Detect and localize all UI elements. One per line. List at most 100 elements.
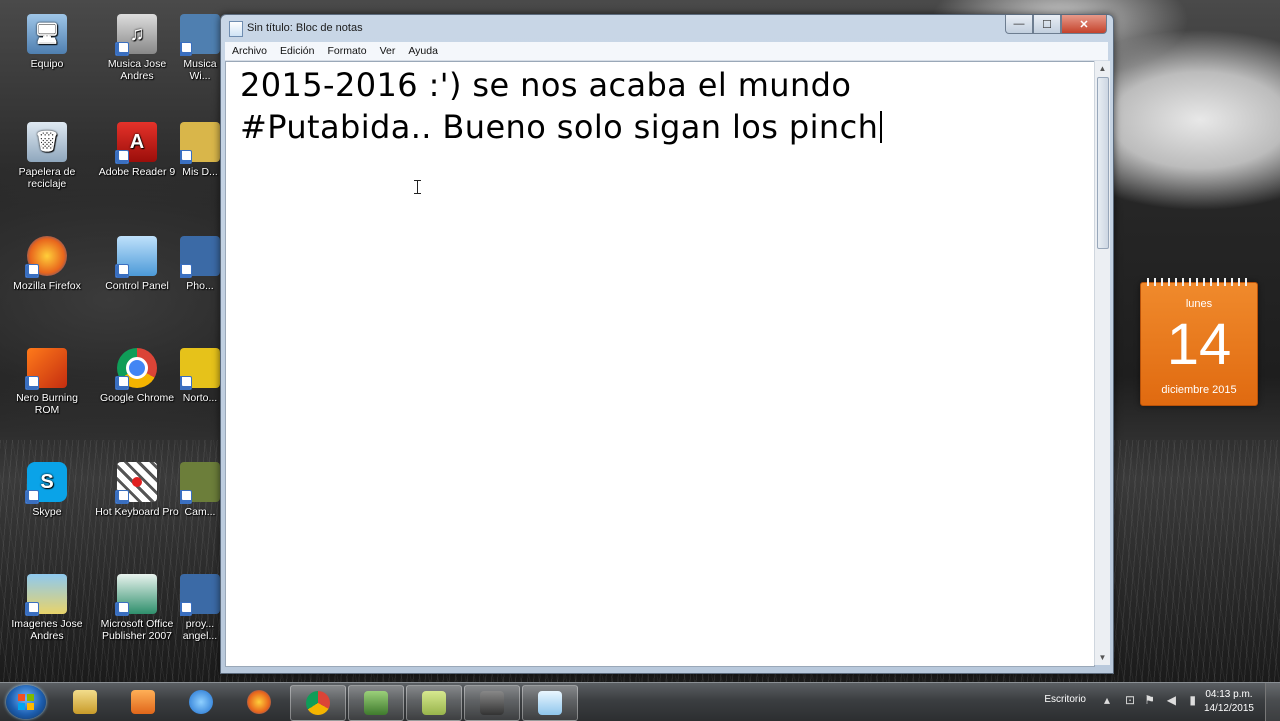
taskbar-console-app[interactable] [348, 685, 404, 721]
desktop-icon-label: Mis D... [182, 166, 218, 178]
desktop-icon-label: Papelera de reciclaje [18, 166, 76, 190]
clock-date: 14/12/2015 [1203, 703, 1254, 714]
desktop-icon-label: Control Panel [105, 280, 169, 292]
desktop-icon-nero[interactable]: Nero Burning ROM [4, 348, 90, 416]
desktop-icon-label: proy... angel... [182, 618, 218, 642]
taskbar-recorder[interactable] [464, 685, 520, 721]
notepad-window[interactable]: Sin título: Bloc de notas — ☐ ✕ Archivo … [220, 14, 1114, 674]
escritorio-toolbar-label[interactable]: Escritorio [1044, 694, 1086, 705]
maximize-button[interactable]: ☐ [1033, 15, 1061, 34]
network-icon[interactable]: ⊡ [1125, 693, 1135, 707]
desktop-icon-camtasia-partial[interactable]: Cam... [180, 462, 220, 518]
desktop-icon-label: Skype [32, 506, 62, 518]
taskbar-firefox[interactable] [232, 685, 286, 719]
desktop-icon-imagenes[interactable]: Imagenes Jose Andres [4, 574, 90, 642]
taskbar-internet-explorer[interactable] [174, 685, 228, 719]
desktop-icon-label: Microsoft Office Publisher 2007 [100, 618, 174, 642]
title-bar[interactable]: Sin título: Bloc de notas — ☐ ✕ [221, 15, 1113, 41]
desktop-icon-google-chrome[interactable]: Google Chrome [94, 348, 180, 404]
desktop-icon-control-panel[interactable]: Control Panel [94, 236, 180, 292]
media-player-icon [131, 690, 155, 714]
internet-explorer-icon [189, 690, 213, 714]
camtasia-icon [180, 462, 220, 504]
taskbar: Escritorio ▴ ⊡ ⚑ ◀ ▮ 04:13 p.m. 14/12/20… [0, 682, 1280, 721]
desktop-icon-mis-documentos-partial[interactable]: Mis D... [180, 122, 220, 178]
images-folder-icon [25, 574, 67, 616]
desktop-icon-photo-partial[interactable]: Pho... [180, 236, 220, 292]
text-line-2-wrapper: #Putabida.. Bueno solo sigan los pinch [240, 108, 883, 146]
desktop-icon-label: Hot Keyboard Pro [95, 506, 179, 518]
menu-ver[interactable]: Ver [373, 45, 402, 57]
window-title: Sin título: Bloc de notas [247, 22, 363, 34]
desktop-icon-label: Imagenes Jose Andres [11, 618, 83, 642]
menu-formato[interactable]: Formato [320, 45, 372, 57]
desktop-icon-label: Pho... [186, 280, 214, 292]
clock[interactable]: 04:13 p.m. 14/12/2015 [1204, 688, 1254, 716]
camera-recorder-icon [480, 691, 504, 715]
taskbar-file-explorer[interactable] [58, 685, 112, 719]
show-hidden-icons-icon[interactable]: ▴ [1104, 693, 1110, 707]
firefox-icon [25, 236, 67, 278]
system-tray: Escritorio ▴ ⊡ ⚑ ◀ ▮ 04:13 p.m. 14/12/20… [1020, 683, 1280, 721]
notepad-icon [538, 691, 562, 715]
desktop-icon-skype[interactable]: S Skype [4, 462, 90, 518]
volume-icon[interactable]: ◀ [1167, 693, 1176, 707]
desktop-icon-musica-jose-andres[interactable]: ♫ Musica Jose Andres [94, 14, 180, 82]
desktop-icon-hot-keyboard[interactable]: Hot Keyboard Pro [94, 462, 180, 518]
publisher-icon [115, 574, 157, 616]
recycle-bin-icon: 🗑 [27, 122, 67, 162]
adobe-reader-icon: A [115, 122, 157, 164]
desktop-icon-label: Nero Burning ROM [16, 392, 78, 416]
desktop-icon-publisher[interactable]: Microsoft Office Publisher 2007 [94, 574, 180, 642]
folder-icon [180, 14, 220, 56]
taskbar-chrome[interactable] [290, 685, 346, 721]
action-center-flag-icon[interactable]: ⚑ [1144, 693, 1155, 707]
desktop-icon-label: Adobe Reader 9 [98, 166, 176, 178]
window-controls: — ☐ ✕ [1005, 15, 1107, 35]
menu-bar: Archivo Edición Formato Ver Ayuda [225, 42, 1108, 61]
text-editor-area[interactable]: 2015-2016 :') se nos acaba el mundo #Put… [225, 61, 1095, 667]
menu-edicion[interactable]: Edición [273, 45, 320, 57]
start-button[interactable] [6, 685, 46, 719]
desktop-icon-label: Cam... [184, 506, 216, 518]
calendar-month-year: diciembre 2015 [1161, 384, 1237, 396]
minimize-button[interactable]: — [1005, 15, 1033, 34]
desktop-icon-label: Equipo [30, 58, 64, 70]
power-icon[interactable]: ▮ [1189, 693, 1196, 707]
calendar-gadget[interactable]: lunes 14 diciembre 2015 [1140, 278, 1258, 406]
taskbar-notepad[interactable] [522, 685, 578, 721]
text-line-1: 2015-2016 :') se nos acaba el mundo [240, 66, 852, 104]
menu-ayuda[interactable]: Ayuda [401, 45, 444, 57]
notepad-icon [229, 21, 243, 37]
desktop-icon-label: Google Chrome [99, 392, 175, 404]
desktop-icon-label: Musica Jose Andres [107, 58, 167, 82]
scroll-down-arrow-icon[interactable]: ▼ [1095, 650, 1110, 665]
hot-keyboard-icon [115, 462, 157, 504]
control-panel-icon [115, 236, 157, 278]
calendar-rings [1147, 278, 1251, 286]
skype-icon: S [25, 462, 67, 504]
console-app-icon [364, 691, 388, 715]
desktop-icon-papelera[interactable]: 🗑 Papelera de reciclaje [4, 122, 90, 190]
desktop-icon-equipo[interactable]: 🖥 Equipo [4, 14, 90, 70]
ibeam-cursor-icon [414, 180, 422, 194]
desktop-icon-firefox[interactable]: Mozilla Firefox [4, 236, 90, 292]
show-desktop-button[interactable] [1265, 683, 1280, 721]
norton-icon [180, 348, 220, 390]
chrome-icon [306, 691, 330, 715]
desktop-icon-norton-partial[interactable]: Norto... [180, 348, 220, 404]
desktop-icon-proyecto-partial[interactable]: proy... angel... [180, 574, 220, 642]
desktop-icon-adobe-reader[interactable]: A Adobe Reader 9 [94, 122, 180, 178]
menu-archivo[interactable]: Archivo [225, 45, 273, 57]
nero-flame-icon [25, 348, 67, 390]
scroll-up-arrow-icon[interactable]: ▲ [1095, 61, 1110, 76]
vertical-scrollbar[interactable]: ▲ ▼ [1094, 61, 1110, 665]
scrollbar-thumb[interactable] [1097, 77, 1109, 249]
chrome-icon [115, 348, 157, 390]
desktop-icon-musica-partial[interactable]: Musica Wi... [180, 14, 220, 82]
text-caret [880, 111, 883, 143]
taskbar-notes-app[interactable] [406, 685, 462, 721]
text-line-2: #Putabida.. Bueno solo sigan los pinch [240, 108, 879, 146]
close-button[interactable]: ✕ [1061, 15, 1107, 34]
taskbar-media-player[interactable] [116, 685, 170, 719]
